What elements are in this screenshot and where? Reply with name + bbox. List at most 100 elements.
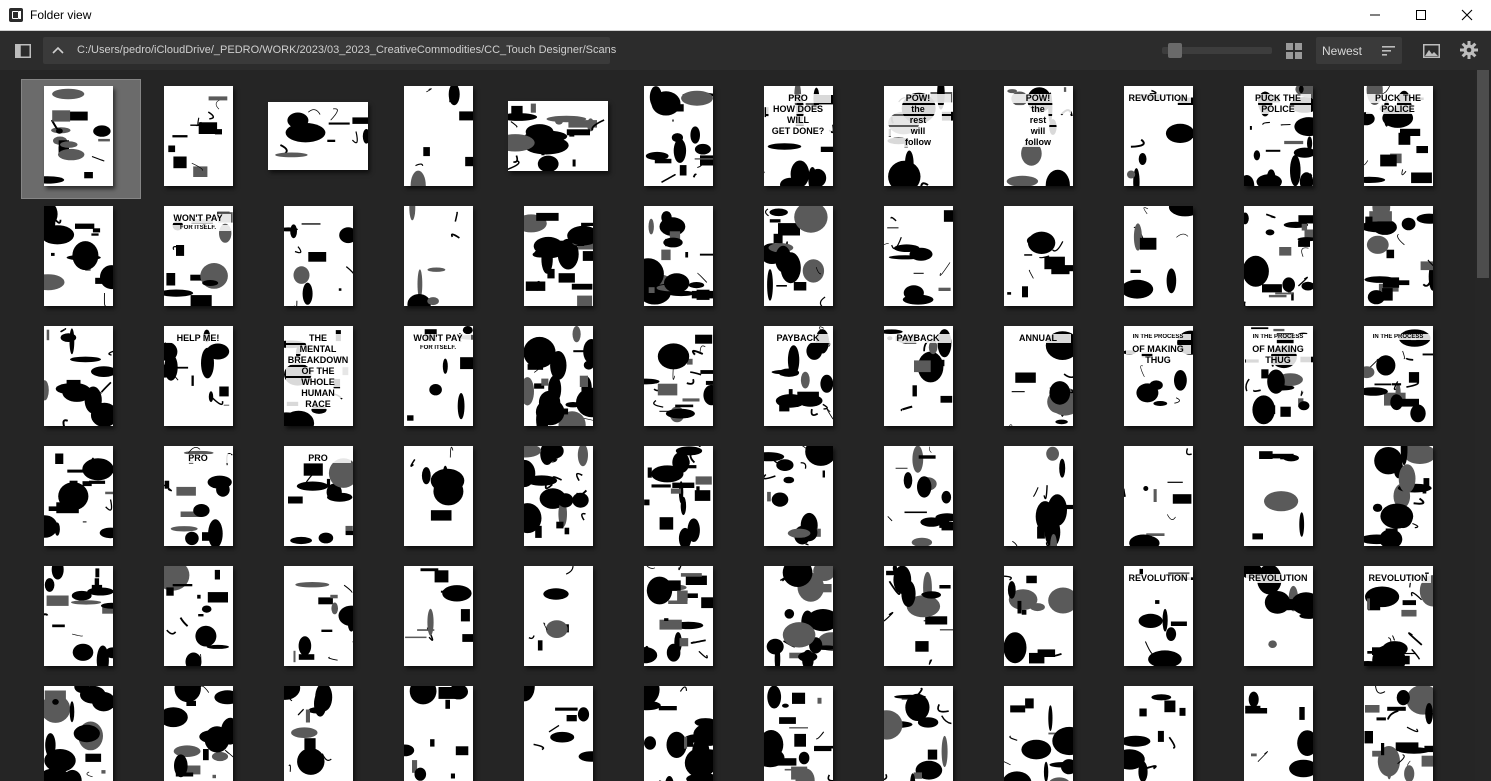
thumbnail-cell[interactable] — [621, 319, 741, 439]
close-button[interactable] — [1444, 0, 1490, 30]
thumbnail-image — [643, 86, 713, 186]
thumbnail-cell[interactable] — [1221, 439, 1341, 559]
thumbnail-cell[interactable] — [861, 559, 981, 679]
thumbnail-cell[interactable] — [621, 679, 741, 781]
thumbnail-cell[interactable] — [1341, 679, 1461, 781]
scrollbar-thumb[interactable] — [1477, 70, 1489, 278]
thumbnail-cell[interactable] — [261, 559, 381, 679]
thumbnail-cell[interactable]: PRO — [261, 439, 381, 559]
thumbnail-cell[interactable]: IN THE PROCESS OF MAKING THUG — [1101, 319, 1221, 439]
thumbnail-cell[interactable] — [141, 679, 261, 781]
thumbnail-cell[interactable] — [381, 439, 501, 559]
thumbnail-cell[interactable] — [21, 319, 141, 439]
thumbnail-cell[interactable] — [261, 79, 381, 199]
sort-order-button[interactable] — [1380, 43, 1396, 59]
settings-button[interactable] — [1459, 40, 1479, 60]
thumbnail-cell[interactable] — [861, 679, 981, 781]
thumbnail-cell[interactable] — [621, 79, 741, 199]
thumbnail-cell[interactable] — [141, 79, 261, 199]
sidebar-toggle-button[interactable] — [12, 40, 34, 62]
image-view-button[interactable] — [1421, 41, 1441, 61]
thumbnail-cell[interactable] — [861, 439, 981, 559]
thumbnail-cell[interactable] — [981, 199, 1101, 319]
up-folder-button[interactable] — [49, 41, 67, 59]
thumbnail-image — [403, 86, 473, 186]
thumbnail-cell[interactable] — [741, 439, 861, 559]
thumbnail-cell[interactable]: PUCK THE POLICE — [1221, 79, 1341, 199]
thumbnail-cell[interactable]: THE MENTAL BREAKDOWN OF THE WHOLE HUMAN RACE — [261, 319, 381, 439]
thumbnail-cell[interactable] — [21, 679, 141, 781]
thumbnail-cell[interactable] — [21, 199, 141, 319]
thumbnail-cell[interactable] — [381, 679, 501, 781]
thumbnail-cell[interactable] — [741, 679, 861, 781]
thumbnail-cell[interactable] — [1101, 679, 1221, 781]
thumbnail-cell[interactable] — [261, 679, 381, 781]
thumbnail-cell[interactable]: IN THE PROCESS OF MAKING THUG — [1221, 319, 1341, 439]
thumbnail-caption: IN THE PROCESS — [1125, 334, 1191, 340]
thumbnail-art-shape — [805, 342, 822, 360]
thumbnail-cell[interactable]: IN THE PROCESS — [1341, 319, 1461, 439]
thumbnail-art-shape — [538, 390, 560, 415]
thumbnail-cell[interactable] — [501, 439, 621, 559]
thumbnail-cell[interactable] — [1221, 199, 1341, 319]
thumbnail-cell[interactable]: WON'T PAY FOR ITSELF. — [141, 199, 261, 319]
thumbnail-art-shape — [571, 492, 589, 508]
thumbnail-cell[interactable] — [981, 679, 1101, 781]
thumbnail-cell[interactable] — [621, 559, 741, 679]
thumbnail-cell[interactable]: REVOLUTION — [1101, 559, 1221, 679]
thumbnail-art-shape — [215, 99, 220, 110]
thumbnail-cell[interactable] — [1341, 199, 1461, 319]
path-bar[interactable]: C:/Users/pedro/iCloudDrive/_PEDRO/WORK/2… — [43, 37, 616, 64]
thumbnail-cell[interactable]: REVOLUTION — [1221, 559, 1341, 679]
zoom-slider-handle[interactable] — [1168, 43, 1182, 58]
thumbnail-cell[interactable]: REVOLUTION — [1341, 559, 1461, 679]
thumbnail-cell[interactable]: PRO HOW DOES WILL GET DONE? — [741, 79, 861, 199]
thumbnail-cell[interactable] — [621, 439, 741, 559]
thumbnail-cell[interactable] — [501, 679, 621, 781]
thumbnail-caption: FOR ITSELF. — [405, 345, 471, 351]
thumbnail-cell[interactable] — [381, 79, 501, 199]
thumbnail-cell[interactable] — [1341, 439, 1461, 559]
thumbnail-cell[interactable] — [621, 199, 741, 319]
maximize-button[interactable] — [1398, 0, 1444, 30]
thumbnail-cell[interactable] — [21, 79, 141, 199]
thumbnail-cell[interactable] — [501, 559, 621, 679]
thumbnail-cell[interactable]: PAYBACK — [861, 319, 981, 439]
thumbnail-cell[interactable] — [261, 199, 381, 319]
thumbnail-art-shape — [1139, 365, 1145, 378]
thumbnail-cell[interactable] — [501, 199, 621, 319]
thumbnail-art-shape — [81, 458, 113, 481]
thumbnail-cell[interactable] — [381, 559, 501, 679]
thumbnail-art-shape — [938, 287, 951, 291]
folder-path[interactable]: C:/Users/pedro/iCloudDrive/_PEDRO/WORK/2… — [77, 44, 616, 56]
thumbnail-cell[interactable] — [1101, 199, 1221, 319]
sort-dropdown[interactable]: Newest — [1316, 37, 1402, 64]
minimize-button[interactable] — [1352, 0, 1398, 30]
thumbnail-art-shape — [1025, 575, 1037, 584]
thumbnail-cell[interactable] — [1221, 679, 1341, 781]
thumbnail-cell[interactable]: PUCK THE POLICE — [1341, 79, 1461, 199]
thumbnail-art-shape — [1261, 284, 1282, 293]
thumbnail-cell[interactable]: HELP ME! — [141, 319, 261, 439]
grid-view-button[interactable] — [1284, 41, 1304, 61]
thumbnail-caption: REVOLUTION — [1245, 574, 1311, 583]
thumbnail-cell[interactable]: ANNUAL — [981, 319, 1101, 439]
thumbnail-cell[interactable] — [741, 559, 861, 679]
thumbnail-cell[interactable]: POW! the rest will follow — [861, 79, 981, 199]
thumbnail-cell[interactable]: POW! the rest will follow — [981, 79, 1101, 199]
thumbnail-cell[interactable] — [501, 79, 621, 199]
thumbnail-cell[interactable] — [21, 439, 141, 559]
thumbnail-cell[interactable]: PAYBACK — [741, 319, 861, 439]
thumbnail-cell[interactable]: REVOLUTION — [1101, 79, 1221, 199]
thumbnail-cell[interactable]: WON'T PAY FOR ITSELF. — [381, 319, 501, 439]
thumbnail-cell[interactable] — [381, 199, 501, 319]
thumbnail-cell[interactable] — [981, 559, 1101, 679]
thumbnail-cell[interactable] — [1101, 439, 1221, 559]
thumbnail-cell[interactable] — [21, 559, 141, 679]
thumbnail-cell[interactable] — [501, 319, 621, 439]
thumbnail-cell[interactable] — [141, 559, 261, 679]
thumbnail-cell[interactable] — [981, 439, 1101, 559]
thumbnail-cell[interactable] — [741, 199, 861, 319]
thumbnail-cell[interactable]: PRO — [141, 439, 261, 559]
thumbnail-cell[interactable] — [861, 199, 981, 319]
